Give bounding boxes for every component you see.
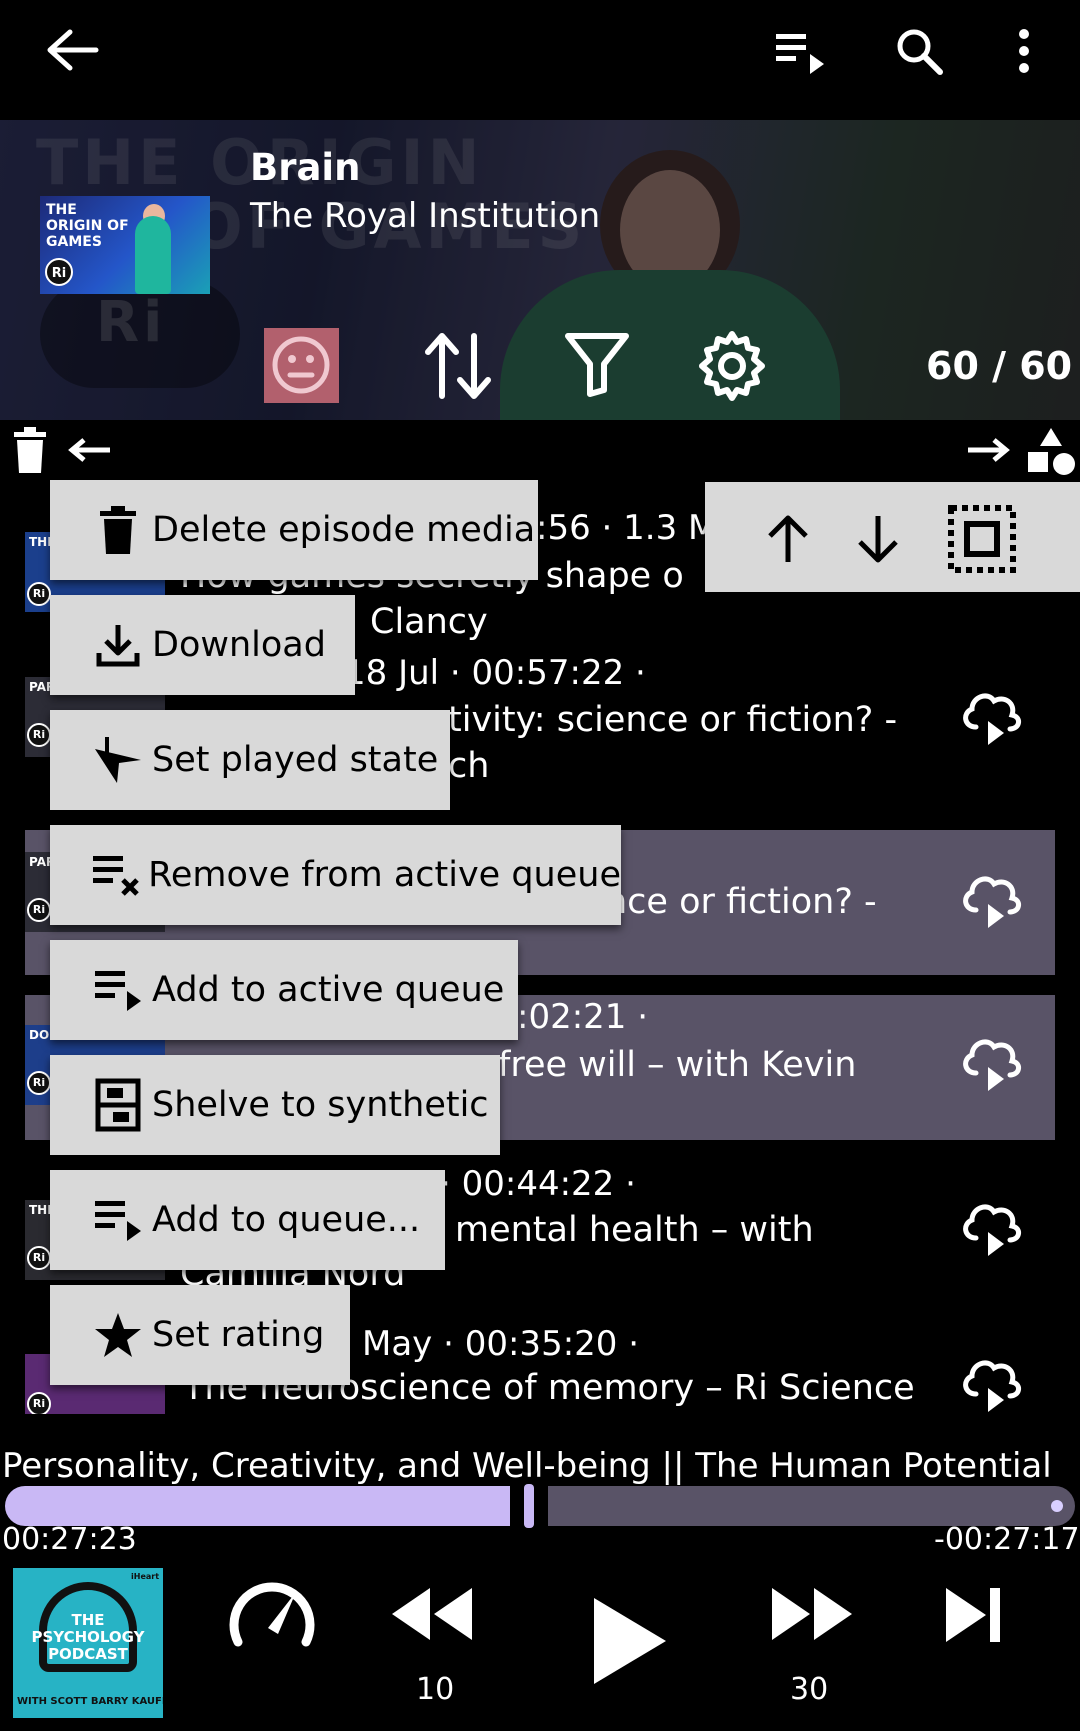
playback-speed-icon[interactable] bbox=[224, 1572, 320, 1652]
episode-title: tivity: science or fiction? - bbox=[448, 700, 898, 740]
cover-title: THE PSYCHOLOGY PODCAST bbox=[31, 1611, 145, 1663]
thumbnail-logo: Ri bbox=[27, 1246, 51, 1270]
podcast-thumbnail: THE ORIGIN OF GAMES Ri bbox=[40, 196, 210, 294]
menu-item-label: Add to active queue bbox=[152, 970, 505, 1010]
shapes-icon[interactable] bbox=[1026, 426, 1076, 476]
menu-item-label: Add to queue... bbox=[152, 1200, 421, 1240]
thumbnail-logo: Ri bbox=[27, 1392, 51, 1414]
filter-icon[interactable] bbox=[562, 330, 632, 400]
move-up-icon[interactable] bbox=[765, 514, 811, 564]
thumbnail-logo: Ri bbox=[27, 582, 51, 606]
select-all-icon[interactable] bbox=[947, 504, 1017, 574]
played-state-icon bbox=[88, 730, 148, 790]
menu-item-download[interactable]: Download bbox=[50, 595, 355, 695]
thumbnail-logo: Ri bbox=[27, 1071, 51, 1095]
thumbnail-logo: Ri bbox=[45, 258, 73, 286]
now-playing-cover[interactable]: THE PSYCHOLOGY PODCAST WITH SCOTT BARRY … bbox=[13, 1568, 163, 1718]
download-icon bbox=[88, 615, 148, 675]
episode-counter: 60 / 60 bbox=[926, 344, 1073, 388]
cloud-download-icon[interactable] bbox=[960, 1354, 1024, 1415]
menu-item-delete-episode-media[interactable]: Delete episode media bbox=[50, 480, 538, 580]
queue-remove-icon bbox=[88, 845, 144, 905]
thumbnail-logo: Ri bbox=[27, 898, 51, 922]
podcast-title: Brain bbox=[250, 146, 361, 189]
trash-icon[interactable] bbox=[12, 426, 48, 474]
now-playing-title: Personality, Creativity, and Well-being … bbox=[2, 1446, 1052, 1486]
episode-meta: :56 · 1.3 M bbox=[536, 508, 718, 548]
star-icon bbox=[88, 1305, 148, 1365]
cloud-download-icon[interactable] bbox=[960, 1198, 1024, 1260]
fast-forward-icon[interactable] bbox=[770, 1586, 856, 1642]
elapsed-time: 00:27:23 bbox=[2, 1522, 137, 1557]
thumbnail-person bbox=[135, 216, 171, 294]
play-icon[interactable] bbox=[592, 1596, 668, 1686]
seek-bar-remaining bbox=[548, 1486, 1075, 1526]
menu-item-label: Set rating bbox=[152, 1315, 325, 1355]
skip-next-icon[interactable] bbox=[944, 1586, 1004, 1644]
remaining-time: -00:27:17 bbox=[934, 1522, 1080, 1557]
menu-item-label: Delete episode media bbox=[152, 510, 536, 550]
episode-title: nce or fiction? - bbox=[605, 882, 877, 922]
rewind-icon[interactable] bbox=[388, 1586, 474, 1642]
arrow-left-icon[interactable] bbox=[68, 436, 112, 464]
menu-item-add-to-queue[interactable]: Add to queue... bbox=[50, 1170, 445, 1270]
episode-title-line2: Clancy bbox=[370, 602, 488, 642]
queue-icon[interactable] bbox=[774, 30, 826, 76]
cloud-download-icon[interactable] bbox=[960, 1033, 1024, 1095]
menu-item-label: Shelve to synthetic bbox=[152, 1085, 489, 1125]
queue-add-icon bbox=[88, 960, 148, 1020]
mood-button[interactable] bbox=[264, 328, 339, 403]
thumbnail-label: THE ORIGIN OF GAMES bbox=[46, 202, 129, 250]
menu-item-remove-from-active-queue[interactable]: Remove from active queue bbox=[50, 825, 621, 925]
episode-meta: · 00:44:22 · bbox=[440, 1164, 636, 1204]
thumbnail-logo: Ri bbox=[27, 723, 51, 747]
shelve-icon bbox=[88, 1075, 148, 1135]
menu-item-label: Download bbox=[152, 625, 326, 665]
menu-item-set-played-state[interactable]: Set played state bbox=[50, 710, 450, 810]
menu-item-label: Remove from active queue bbox=[148, 855, 621, 895]
episode-title-line2: ch bbox=[448, 746, 490, 786]
more-vert-icon[interactable] bbox=[1014, 28, 1034, 74]
queue-add-icon bbox=[88, 1190, 148, 1250]
menu-item-set-rating[interactable]: Set rating bbox=[50, 1285, 350, 1385]
search-icon[interactable] bbox=[894, 26, 944, 76]
cover-brand: iHeart bbox=[131, 1572, 160, 1581]
episode-title: free will – with Kevin bbox=[498, 1045, 857, 1085]
cloud-download-icon[interactable] bbox=[960, 870, 1024, 932]
arrow-right-icon[interactable] bbox=[966, 436, 1010, 464]
emoji-neutral-icon bbox=[271, 335, 331, 395]
episode-meta: 18 Jul · 00:57:22 · bbox=[344, 653, 646, 693]
selection-toolbar bbox=[705, 482, 1080, 592]
cover-byline: WITH SCOTT BARRY KAUFMAN bbox=[17, 1696, 163, 1707]
episode-title: mental health – with bbox=[455, 1210, 814, 1250]
episode-meta: May · 00:35:20 · bbox=[362, 1324, 640, 1364]
forward-seconds-label: 30 bbox=[790, 1672, 829, 1707]
rewind-seconds-label: 10 bbox=[416, 1672, 455, 1707]
seek-bar[interactable] bbox=[5, 1484, 1075, 1528]
seek-bar-thumb[interactable] bbox=[524, 1484, 534, 1528]
cloud-download-icon[interactable] bbox=[960, 687, 1024, 749]
seek-bar-end-dot bbox=[1051, 1500, 1063, 1512]
menu-item-add-to-active-queue[interactable]: Add to active queue bbox=[50, 940, 518, 1040]
menu-item-shelve-to-synthetic[interactable]: Shelve to synthetic bbox=[50, 1055, 500, 1155]
seek-bar-played bbox=[5, 1486, 510, 1526]
episode-meta: :02:21 · bbox=[517, 997, 649, 1037]
settings-icon[interactable] bbox=[696, 330, 768, 402]
menu-item-label: Set played state bbox=[152, 740, 439, 780]
move-down-icon[interactable] bbox=[855, 514, 901, 564]
back-arrow-icon[interactable] bbox=[40, 26, 102, 74]
top-app-bar bbox=[0, 0, 1080, 120]
trash-icon bbox=[88, 500, 148, 560]
podcast-author: The Royal Institution bbox=[250, 196, 601, 236]
sort-icon[interactable] bbox=[420, 328, 496, 404]
